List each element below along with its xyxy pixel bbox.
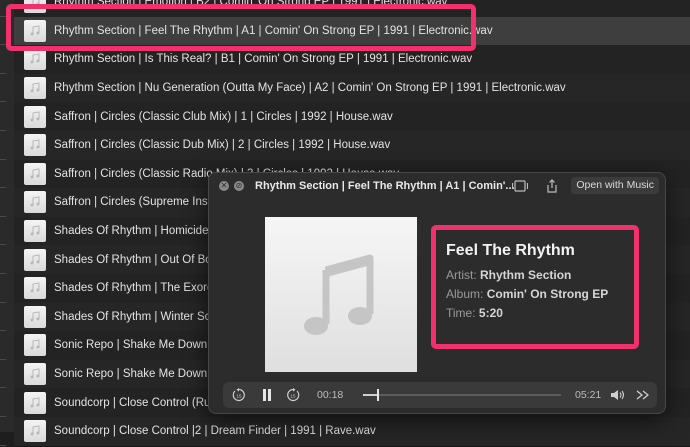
music-note-icon (24, 305, 46, 328)
file-row[interactable]: Saffron | Circles (Classic Club Mix) | 1… (14, 102, 690, 132)
file-name: Saffron | Circles (Classic Club Mix) | 1… (54, 110, 393, 123)
file-name: Shades Of Rhythm | Homicide (E (54, 225, 224, 238)
artist-value: Rhythm Section (480, 268, 572, 282)
file-name: Sonic Repo | Shake Me Down (H (54, 339, 223, 352)
player-header: ✕ ⊘ Rhythm Section | Feel The Rhythm | A… (209, 173, 665, 199)
quicklook-player: ✕ ⊘ Rhythm Section | Feel The Rhythm | A… (208, 172, 666, 414)
music-note-icon (24, 162, 46, 185)
share-icon[interactable] (543, 178, 561, 194)
pause-icon[interactable] (259, 386, 275, 404)
music-note-icon (24, 134, 46, 157)
file-row[interactable]: Rhythm Section | Nu Generation (Outta My… (14, 73, 690, 104)
file-name: Shades Of Rhythm | Out Of Bou (54, 253, 219, 266)
file-name: Soundcorp | Close Control (Rush (54, 396, 223, 409)
fast-forward-icon[interactable] (635, 386, 651, 404)
airplay-icon[interactable] (511, 178, 529, 194)
remaining-time: 05:21 (575, 389, 602, 401)
file-row[interactable]: Saffron | Circles (Classic Dub Mix) | 2 … (14, 131, 690, 161)
close-icon[interactable]: ✕ (219, 181, 229, 191)
file-name: Saffron | Circles (Classic Dub Mix) | 2 … (54, 139, 391, 152)
skip-forward-15-icon[interactable]: 15 (285, 386, 301, 404)
file-name: Sonic Repo | Shake Me Down (R (54, 368, 223, 381)
album-label: Album: (446, 287, 484, 301)
music-note-icon (24, 77, 46, 100)
music-note-icon (24, 334, 46, 357)
scrubber[interactable] (363, 389, 561, 401)
selected-row-highlight (6, 4, 476, 51)
music-note-icon (24, 277, 46, 300)
music-note-icon (304, 254, 374, 335)
music-note-icon (24, 420, 46, 443)
music-note-icon (24, 248, 46, 271)
music-note-icon (24, 363, 46, 386)
time-line: Time: 5:20 (446, 306, 624, 320)
file-name: Rhythm Section | Is This Real? | B1 | Co… (54, 53, 473, 66)
scrubber-progress (363, 394, 377, 396)
track-title: Feel The Rhythm (446, 242, 575, 259)
music-note-icon (24, 48, 46, 71)
artist-line: Artist: Rhythm Section (446, 268, 624, 282)
file-name: Shades Of Rhythm | Winter Scie (54, 310, 220, 323)
album-line: Album: Comin' On Strong EP (446, 287, 624, 301)
file-name: Soundcorp | Close Control |2 | Dream Fin… (54, 425, 376, 438)
album-artwork (265, 217, 417, 372)
svg-text:15: 15 (236, 394, 242, 399)
file-name: Shades Of Rhythm | The Exorcis (54, 282, 222, 295)
music-note-icon (24, 105, 46, 128)
sidebar-edge (0, 0, 14, 446)
music-note-icon (24, 191, 46, 214)
elapsed-time: 00:18 (317, 389, 344, 401)
svg-text:15: 15 (290, 394, 296, 399)
artist-label: Artist: (446, 268, 477, 282)
time-value: 5:20 (478, 306, 503, 320)
time-label: Time: (446, 306, 476, 320)
music-note-icon (24, 391, 46, 414)
volume-icon[interactable] (609, 386, 627, 404)
transport-bar: 15 15 00:18 05:21 (223, 382, 657, 408)
file-name: Saffron | Circles (Supreme Instru (54, 196, 222, 209)
file-name: Rhythm Section | Nu Generation (Outta My… (54, 82, 566, 95)
minimize-icon[interactable]: ⊘ (234, 181, 244, 191)
album-value: Comin' On Strong EP (486, 287, 609, 301)
track-info-panel: Feel The Rhythm Artist: Rhythm Section A… (431, 225, 639, 349)
open-with-music-button[interactable]: Open with Music (571, 177, 659, 194)
music-note-icon (24, 220, 46, 243)
scrubber-handle[interactable] (376, 389, 379, 401)
skip-back-15-icon[interactable]: 15 (231, 386, 247, 404)
player-title: Rhythm Section | Feel The Rhythm | A1 | … (255, 180, 515, 192)
